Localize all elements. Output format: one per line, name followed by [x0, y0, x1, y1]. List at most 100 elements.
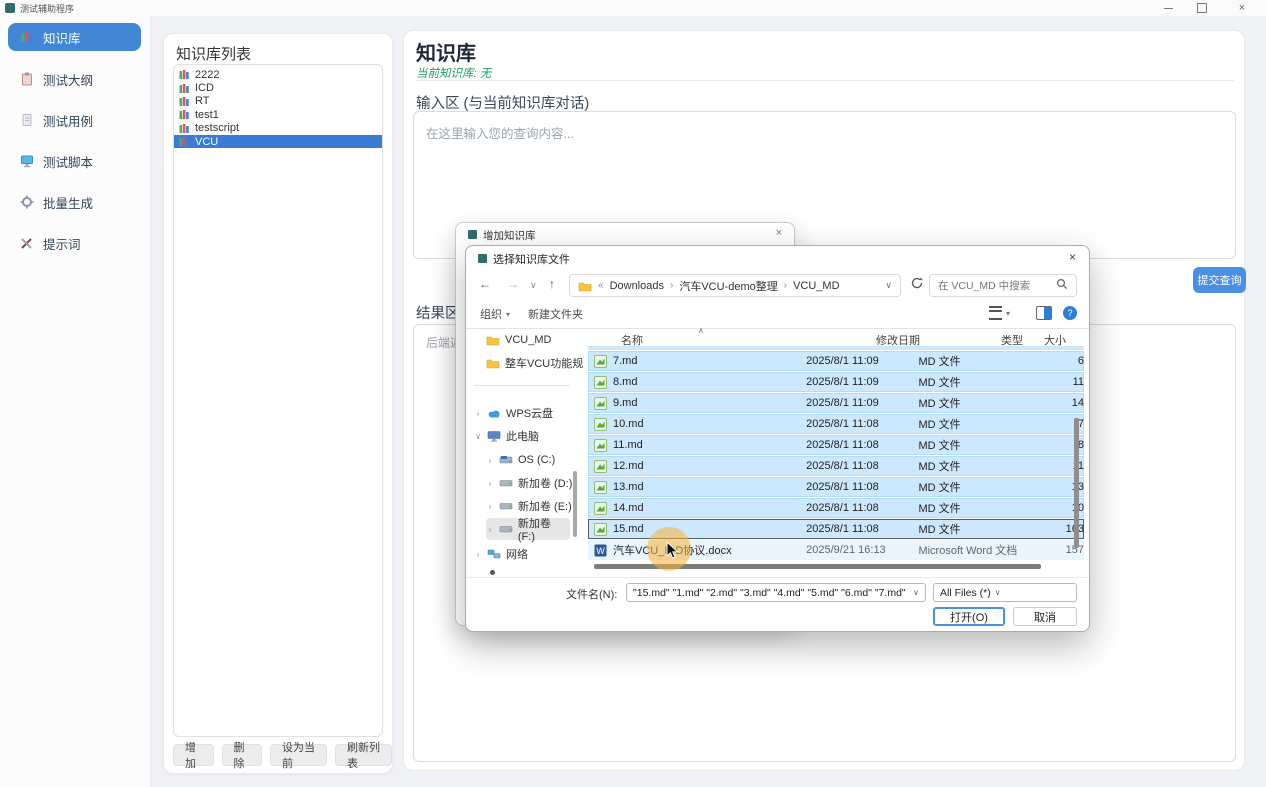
svg-text:W: W	[596, 546, 605, 556]
sidebar-item-test-script[interactable]: 测试脚本	[8, 147, 141, 175]
table-row[interactable]: 9.md 2025/8/1 11:09 MD 文件 14	[588, 393, 1084, 413]
table-row-partial	[588, 346, 1084, 350]
preview-pane-button[interactable]	[1036, 306, 1052, 320]
minimize-button[interactable]	[1158, 0, 1178, 16]
file-type: Microsoft Word 文档	[918, 542, 1040, 558]
refresh-icon[interactable]	[910, 276, 924, 295]
cloud-icon	[487, 408, 501, 418]
chevron-down-icon[interactable]: ∨	[995, 588, 1001, 597]
vertical-scrollbar[interactable]	[1074, 418, 1079, 548]
kb-list-item[interactable]: testscript	[174, 122, 382, 135]
table-row[interactable]: 13.md 2025/8/1 11:08 MD 文件 13	[588, 477, 1084, 497]
kb-item-label: VCU	[195, 136, 218, 148]
breadcrumb-segment[interactable]: VCU_MD	[793, 280, 839, 292]
table-row[interactable]: 7.md 2025/8/1 11:09 MD 文件 6	[588, 351, 1084, 371]
refresh-list-button[interactable]: 刷新列表	[335, 744, 392, 766]
tree-scrollbar[interactable]	[573, 471, 577, 537]
tree-item-volume-e[interactable]: › 新加卷 (E:)	[486, 495, 572, 517]
chevron-down-icon[interactable]: ∨	[885, 280, 892, 291]
divider	[466, 328, 1090, 329]
sidebar-item-knowledge-base[interactable]: 知识库	[8, 23, 141, 51]
tree-item-this-pc[interactable]: ∨ 此电脑	[474, 425, 539, 447]
tree-item-vcu-md[interactable]: VCU_MD	[486, 329, 551, 351]
kb-buttons: 增加 删除 设为当前 刷新列表	[173, 744, 392, 766]
sidebar-item-label: 知识库	[43, 28, 81, 47]
divider	[474, 385, 570, 386]
add-button[interactable]: 增加	[173, 744, 214, 766]
delete-button[interactable]: 删除	[222, 744, 263, 766]
forward-icon[interactable]: →	[507, 277, 519, 291]
kb-list-item[interactable]: test1	[174, 108, 382, 121]
kb-list-item[interactable]: ICD	[174, 81, 382, 94]
table-row[interactable]: 11.md 2025/8/1 11:08 MD 文件 8	[588, 435, 1084, 455]
close-button[interactable]: ×	[1232, 0, 1252, 16]
table-row[interactable]: 8.md 2025/8/1 11:09 MD 文件 11	[588, 372, 1084, 392]
chevron-right-icon[interactable]: ›	[486, 525, 494, 534]
tree-item-wps-cloud[interactable]: › WPS云盘	[474, 402, 553, 424]
maximize-button[interactable]	[1192, 0, 1212, 16]
file-type-select[interactable]: All Files (*) ∨	[933, 583, 1077, 602]
close-icon[interactable]: ×	[1069, 250, 1076, 264]
file-picker-dialog: 选择知识库文件 × ← → ∨ ↑ « Downloads › 汽车VCU-de…	[465, 245, 1090, 632]
file-date: 2025/8/1 11:08	[806, 502, 918, 514]
chevron-right-icon[interactable]: ›	[474, 409, 482, 418]
view-mode-button[interactable]: ▾	[989, 306, 1010, 320]
organize-button[interactable]: 组织▾	[480, 306, 510, 322]
books-icon	[179, 136, 190, 147]
open-button[interactable]: 打开(O)	[933, 607, 1005, 626]
chevron-right-icon[interactable]: ›	[474, 550, 482, 559]
cancel-button[interactable]: 取消	[1013, 607, 1077, 626]
sidebar-item-label: 提示词	[43, 234, 81, 253]
chevron-right-icon[interactable]: ›	[486, 502, 494, 511]
table-row[interactable]: 12.md 2025/8/1 11:08 MD 文件 11	[588, 456, 1084, 476]
tree-item-folder[interactable]: 整车VCU功能规	[486, 352, 583, 374]
chevron-right-icon: ›	[670, 280, 673, 291]
kb-list-item[interactable]: 2222	[174, 68, 382, 81]
tree-item-volume-f[interactable]: › 新加卷 (F:)	[486, 518, 570, 540]
md-file-icon	[594, 376, 607, 389]
file-name: 14.md	[613, 502, 806, 514]
books-icon	[179, 96, 190, 107]
file-date: 2025/9/21 16:13	[806, 544, 918, 556]
tree-item-volume-d[interactable]: › 新加卷 (D:)	[486, 472, 572, 494]
sidebar-item-test-case[interactable]: 测试用例	[8, 106, 141, 134]
kb-list-item[interactable]: RT	[174, 95, 382, 108]
sidebar-item-label: 测试用例	[43, 111, 93, 130]
chevron-right-icon[interactable]: ›	[486, 479, 494, 488]
divider	[466, 577, 1090, 578]
breadcrumb[interactable]: « Downloads › 汽车VCU-demo整理 › VCU_MD ∨	[569, 274, 901, 297]
filename-input[interactable]: "15.md" "1.md" "2.md" "3.md" "4.md" "5.m…	[626, 583, 926, 602]
sidebar-item-prompts[interactable]: 提示词	[8, 229, 141, 257]
chevron-down-icon[interactable]: ∨	[913, 588, 919, 597]
sidebar-item-test-outline[interactable]: 测试大纲	[8, 65, 141, 93]
close-icon[interactable]: ×	[776, 227, 782, 239]
kb-item-label: 2222	[195, 69, 219, 81]
chevron-right-icon[interactable]: ›	[486, 456, 494, 465]
sidebar-item-batch-generate[interactable]: 批量生成	[8, 188, 141, 216]
file-date: 2025/8/1 11:08	[806, 481, 918, 493]
submit-query-button[interactable]: 提交查询	[1193, 267, 1246, 293]
search-input[interactable]: 在 VCU_MD 中搜索	[929, 274, 1077, 297]
file-type: MD 文件	[918, 416, 1040, 432]
tree-item-os-c[interactable]: › OS (C:)	[486, 449, 555, 471]
recent-locations-icon[interactable]: ∨	[530, 280, 537, 291]
up-icon[interactable]: ↑	[549, 277, 555, 291]
clipboard-icon	[20, 72, 34, 86]
new-folder-button[interactable]: 新建文件夹	[528, 306, 583, 322]
set-current-button[interactable]: 设为当前	[270, 744, 327, 766]
back-icon[interactable]: ←	[479, 277, 491, 291]
chevron-down-icon[interactable]: ∨	[474, 432, 482, 441]
help-button[interactable]: ?	[1063, 306, 1077, 320]
file-type: MD 文件	[918, 521, 1040, 537]
kb-list-item-selected[interactable]: VCU	[174, 135, 382, 148]
table-row[interactable]: 10.md 2025/8/1 11:08 MD 文件 7	[588, 414, 1084, 434]
file-name: 8.md	[613, 376, 806, 388]
file-name: 7.md	[613, 355, 806, 367]
search-icon	[1056, 278, 1068, 293]
breadcrumb-segment[interactable]: Downloads	[610, 280, 664, 292]
breadcrumb-segment[interactable]: 汽车VCU-demo整理	[679, 278, 777, 294]
tree-item-network[interactable]: › 网络	[474, 543, 528, 565]
breadcrumb-collapse-icon[interactable]: «	[598, 280, 604, 291]
table-row[interactable]: 14.md 2025/8/1 11:08 MD 文件 10	[588, 498, 1084, 518]
network-icon	[487, 548, 501, 560]
